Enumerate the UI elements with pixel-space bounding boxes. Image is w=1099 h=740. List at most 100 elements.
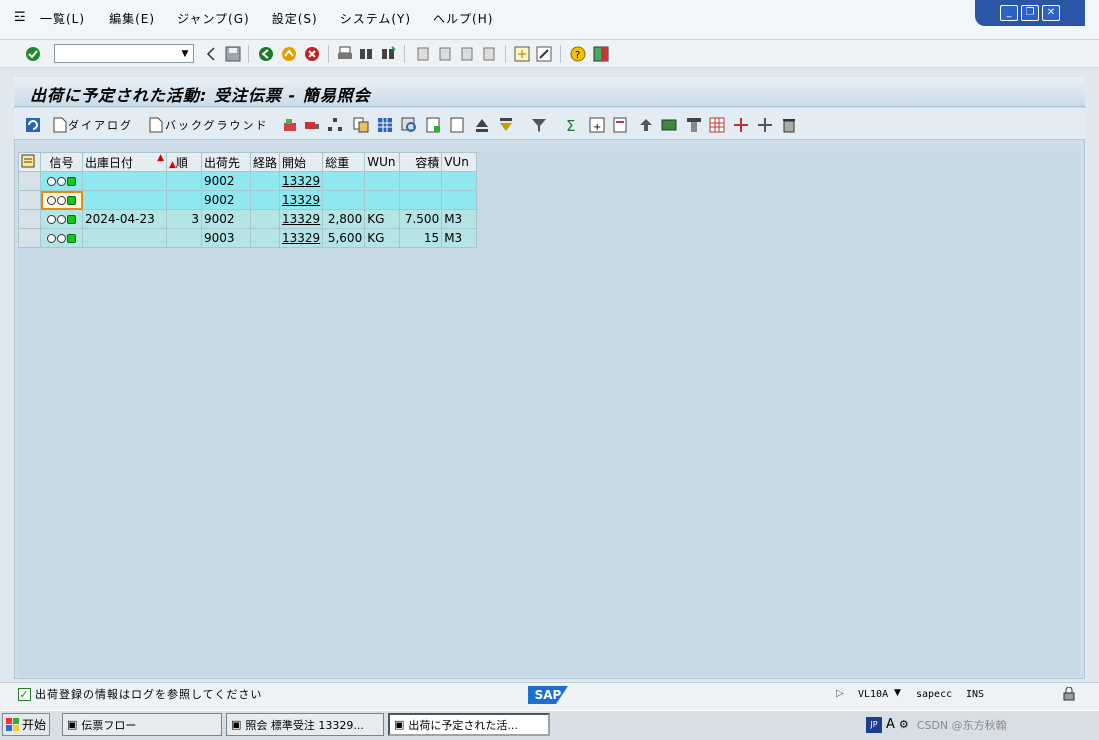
enter-icon[interactable] [24,45,42,63]
shortcut-icon[interactable] [535,45,553,63]
layout-menu-icon[interactable] [592,45,610,63]
refresh-icon[interactable] [24,116,42,134]
menu-edit-item[interactable]: 編集(E) [109,10,155,27]
col-ship-to[interactable]: 出荷先 [201,152,251,172]
cell-start-link[interactable]: 13329 [279,190,324,210]
help-icon[interactable]: ? [569,45,587,63]
table-row[interactable]: 9003 13329 5,600 KG 15 M3 [18,228,478,248]
insert-mode[interactable]: INS [966,689,984,700]
ime-icon[interactable]: A [886,717,895,732]
table-row[interactable]: 9002 13329 [18,171,478,191]
cell-route[interactable] [249,228,281,248]
transaction-dropdown-icon[interactable]: ▼ [894,688,901,698]
row-selector[interactable] [18,228,41,248]
change-layout-icon[interactable] [732,116,750,134]
dialog-doc-icon[interactable] [51,116,69,134]
detail-search-icon[interactable] [400,116,418,134]
save-layout-icon[interactable] [756,116,774,134]
cell-date[interactable] [82,190,167,210]
cell-seq[interactable] [166,228,202,248]
cell-seq[interactable] [166,171,202,191]
start-button[interactable]: 开始 [2,713,50,736]
table-icon[interactable] [376,116,394,134]
cell-start-link[interactable]: 13329 [279,209,324,229]
cell-date[interactable] [82,171,167,191]
col-weight[interactable]: 総重 [322,152,366,172]
background-doc-icon[interactable] [147,116,165,134]
cell-route[interactable] [249,209,281,229]
truck-icon[interactable] [303,116,321,134]
command-back-icon[interactable] [202,45,220,63]
cell-date[interactable]: 2024-04-23 [82,209,167,229]
hierarchy-icon[interactable] [326,116,344,134]
col-start[interactable]: 開始 [279,152,324,172]
copy-icon[interactable] [352,116,370,134]
subtotal-icon[interactable]: + [588,116,606,134]
col-route[interactable]: 経路 [249,152,281,172]
select-all-icon[interactable] [18,152,41,172]
sum-icon[interactable]: Σ [563,116,581,134]
cell-volume[interactable] [399,171,443,191]
cell-vun[interactable]: M3 [441,228,478,248]
status-message[interactable]: ✓ 出荷登録の情報はログを参照してください [18,686,262,702]
cell-vun[interactable] [441,171,478,191]
cell-weight[interactable] [322,171,366,191]
cell-ship-to[interactable]: 9003 [201,228,251,248]
cell-route[interactable] [249,171,281,191]
col-signal[interactable]: 信号 [40,152,83,172]
ime-mode-icon[interactable]: ⚙ [899,718,909,731]
close-icon[interactable]: ✕ [1042,5,1060,21]
restore-icon[interactable]: ❐ [1021,5,1039,21]
exit-icon[interactable] [280,45,298,63]
col-delivery-date[interactable]: 出庫日付 ▲ [82,152,167,172]
language-indicator[interactable]: JP [866,716,882,733]
status-lights-icon[interactable] [40,190,83,210]
send-icon[interactable] [660,116,678,134]
menu-goto-item[interactable]: ジャンプ(G) [177,10,250,27]
cell-seq[interactable]: 3 [166,209,202,229]
back-icon[interactable] [257,45,275,63]
cell-volume[interactable]: 15 [399,228,443,248]
dialog-button[interactable]: ダイアログ [68,117,133,133]
task-shipping-activities[interactable]: ▣ 出荷に予定された活... [388,713,550,736]
cell-vun[interactable]: M3 [441,209,478,229]
next-page-icon[interactable] [458,45,476,63]
first-page-icon[interactable] [414,45,432,63]
row-selector[interactable] [18,171,41,191]
menu-system-item[interactable]: システム(Y) [340,10,411,27]
command-field[interactable]: ▼ [54,44,194,63]
cell-route[interactable] [249,190,281,210]
task-document-flow[interactable]: ▣ 伝票フロー [62,713,222,736]
cell-wun[interactable] [364,190,401,210]
layout-icon[interactable] [685,116,703,134]
background-button[interactable]: バックグラウンド [165,117,269,133]
col-seq[interactable]: ▲順 [166,152,202,172]
cell-volume[interactable]: 7.500 [399,209,443,229]
sort-descending-icon[interactable] [497,116,515,134]
system-menu-icon[interactable]: ☲ [14,10,26,25]
cell-seq[interactable] [166,190,202,210]
choose-layout-icon[interactable] [708,116,726,134]
last-page-icon[interactable] [480,45,498,63]
col-wun[interactable]: WUn [364,152,401,172]
table-row[interactable]: 2024-04-23 3 9002 13329 2,800 KG 7.500 M… [18,209,478,229]
cell-wun[interactable] [364,171,401,191]
find-next-icon[interactable] [379,45,397,63]
previous-page-icon[interactable] [436,45,454,63]
menu-list-item[interactable]: 一覧(L) [40,10,85,27]
chevron-down-icon[interactable]: ▼ [177,45,193,62]
export-icon[interactable] [637,116,655,134]
cell-vun[interactable] [441,190,478,210]
cancel-icon[interactable] [303,45,321,63]
document-green-icon[interactable] [424,116,442,134]
cell-weight[interactable]: 2,800 [322,209,366,229]
new-session-icon[interactable] [513,45,531,63]
cell-start-link[interactable]: 13329 [279,228,324,248]
cell-wun[interactable]: KG [364,209,401,229]
cell-start-link[interactable]: 13329 [279,171,324,191]
row-selector[interactable] [18,190,41,210]
sort-ascending-icon[interactable] [473,116,491,134]
table-row[interactable]: 9002 13329 [18,190,478,210]
cell-ship-to[interactable]: 9002 [201,209,251,229]
row-selector[interactable] [18,209,41,229]
